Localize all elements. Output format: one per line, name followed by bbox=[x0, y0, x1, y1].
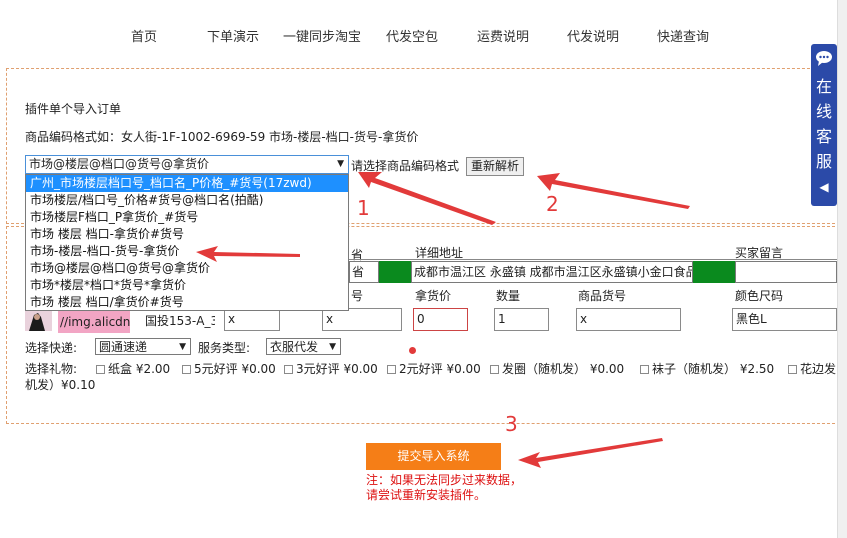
dropdown-arrow-icon: ▼ bbox=[179, 342, 186, 352]
format-option[interactable]: 市场楼层F档口_P拿货价_#货号 bbox=[26, 209, 348, 226]
gift-wrap-text: 机发）¥0.10 bbox=[25, 378, 96, 392]
reparse-button[interactable]: 重新解析 bbox=[466, 157, 524, 176]
format-hint: 请选择商品编码格式 bbox=[351, 159, 460, 173]
gift-3-review[interactable]: 3元好评 ¥0.00 bbox=[284, 360, 378, 377]
nav-shipping-info[interactable]: 运费说明 bbox=[477, 26, 529, 45]
header-item-no: 商品货号 bbox=[578, 289, 627, 303]
widget-char: 客 bbox=[815, 127, 832, 146]
gift-label: 选择礼物: bbox=[25, 362, 78, 376]
plugin-title: 插件单个导入订单 bbox=[25, 102, 122, 116]
buyer-note-input[interactable] bbox=[735, 261, 837, 283]
table-divider bbox=[349, 259, 837, 260]
checkbox-icon[interactable] bbox=[788, 365, 797, 374]
submit-import-button[interactable]: 提交导入系统 bbox=[366, 443, 501, 470]
spec-input-b[interactable]: x bbox=[322, 308, 402, 331]
code-format-select[interactable]: 市场@楼层@档口@货号@拿货价 ▼ bbox=[25, 155, 349, 174]
dropdown-arrow-icon: ▼ bbox=[329, 342, 336, 352]
express-label: 选择快递: bbox=[25, 341, 78, 355]
red-dot bbox=[409, 347, 416, 354]
goods-code-field[interactable]: 国投153-A_3 bbox=[145, 312, 215, 329]
checkbox-icon[interactable] bbox=[387, 365, 396, 374]
scrollbar[interactable] bbox=[837, 0, 847, 538]
address-input[interactable]: 成都市温江区 永盛镇 成都市温江区永盛镇小金口食品 bbox=[411, 261, 693, 283]
header-code: 号 bbox=[351, 289, 364, 303]
format-option[interactable]: 市场@楼层@档口@货号@拿货价 bbox=[26, 260, 348, 277]
chat-icon bbox=[816, 51, 832, 66]
format-option[interactable]: 市场-楼层-档口-货号-拿货价 bbox=[26, 243, 348, 260]
checkbox-icon[interactable] bbox=[640, 365, 649, 374]
image-link-field[interactable]: //img.alicdn.c bbox=[58, 311, 130, 333]
header-quantity: 数量 bbox=[496, 289, 521, 303]
express-select[interactable]: 圆通速递 ▼ bbox=[95, 338, 191, 355]
format-option[interactable]: 市场 楼层 档口-拿货价#货号 bbox=[26, 226, 348, 243]
collapse-arrow-icon[interactable]: ◀ bbox=[811, 176, 837, 198]
green-cell-1 bbox=[379, 261, 411, 283]
nav-empty-package[interactable]: 代发空包 bbox=[386, 26, 438, 45]
gift-box[interactable]: 纸盒 ¥2.00 bbox=[96, 360, 170, 377]
nav-home[interactable]: 首页 bbox=[131, 26, 157, 45]
dropdown-arrow-icon: ▼ bbox=[337, 159, 344, 169]
checkbox-icon[interactable] bbox=[490, 365, 499, 374]
widget-char: 在 bbox=[815, 77, 832, 96]
nav-dropship-info[interactable]: 代发说明 bbox=[567, 26, 619, 45]
checkbox-icon[interactable] bbox=[96, 365, 105, 374]
format-option[interactable]: 市场*楼层*档口*货号*拿货价 bbox=[26, 277, 348, 294]
product-thumbnail bbox=[25, 311, 52, 331]
code-format-example: 商品编码格式如：女人街-1F-1002-6969-59 市场-楼层-档口-货号-… bbox=[25, 130, 419, 144]
nav-sync-taobao[interactable]: 一键同步淘宝 bbox=[283, 26, 361, 45]
price-input[interactable]: 0 bbox=[413, 308, 468, 331]
widget-char: 线 bbox=[815, 102, 832, 121]
quantity-input[interactable]: 1 bbox=[494, 308, 549, 331]
annotation-number-3: 3 bbox=[505, 412, 518, 436]
annotation-number-1: 1 bbox=[357, 196, 370, 220]
code-format-dropdown[interactable]: 广州_市场楼层档口号_档口名_P价格_#货号(17zwd) 市场楼层/档口号_价… bbox=[25, 174, 349, 311]
widget-char: 服 bbox=[815, 152, 832, 171]
online-service-widget[interactable]: 在 线 客 服 ◀ bbox=[811, 44, 837, 206]
gift-5-review[interactable]: 5元好评 ¥0.00 bbox=[182, 360, 276, 377]
gift-lace[interactable]: 花边发 bbox=[788, 360, 837, 377]
annotation-arrow-3 bbox=[518, 438, 663, 468]
nav-order-demo[interactable]: 下单演示 bbox=[207, 26, 259, 45]
code-format-value: 市场@楼层@档口@货号@拿货价 bbox=[29, 157, 210, 171]
color-size-input[interactable]: 黑色L bbox=[732, 308, 837, 331]
item-no-input[interactable]: x bbox=[576, 308, 681, 331]
logo-fragment-icon bbox=[0, 6, 8, 44]
service-type-select[interactable]: 衣服代发 ▼ bbox=[266, 338, 341, 355]
format-option[interactable]: 市场 楼层 档口/拿货价#货号 bbox=[26, 294, 348, 311]
note-line-2: 请尝试重新安装插件。 bbox=[366, 488, 487, 502]
gift-2-review[interactable]: 2元好评 ¥0.00 bbox=[387, 360, 481, 377]
green-cell-2 bbox=[693, 261, 735, 283]
header-color-size: 颜色尺码 bbox=[735, 289, 784, 303]
header-price: 拿货价 bbox=[415, 289, 452, 303]
format-option[interactable]: 市场楼层/档口号_价格#货号@档口名(拍酷) bbox=[26, 192, 348, 209]
gift-hair-tie[interactable]: 发圈（随机发） ¥0.00 bbox=[490, 360, 624, 377]
spec-input-a[interactable]: x bbox=[224, 308, 280, 331]
checkbox-icon[interactable] bbox=[284, 365, 293, 374]
gift-socks[interactable]: 袜子（随机发） ¥2.50 bbox=[640, 360, 774, 377]
format-option[interactable]: 广州_市场楼层档口号_档口名_P价格_#货号(17zwd) bbox=[26, 175, 348, 192]
checkbox-icon[interactable] bbox=[182, 365, 191, 374]
province-cell[interactable]: 省 bbox=[349, 261, 379, 283]
nav-express-query[interactable]: 快递查询 bbox=[657, 26, 709, 45]
annotation-number-2: 2 bbox=[546, 192, 559, 216]
service-type-label: 服务类型: bbox=[198, 341, 251, 355]
